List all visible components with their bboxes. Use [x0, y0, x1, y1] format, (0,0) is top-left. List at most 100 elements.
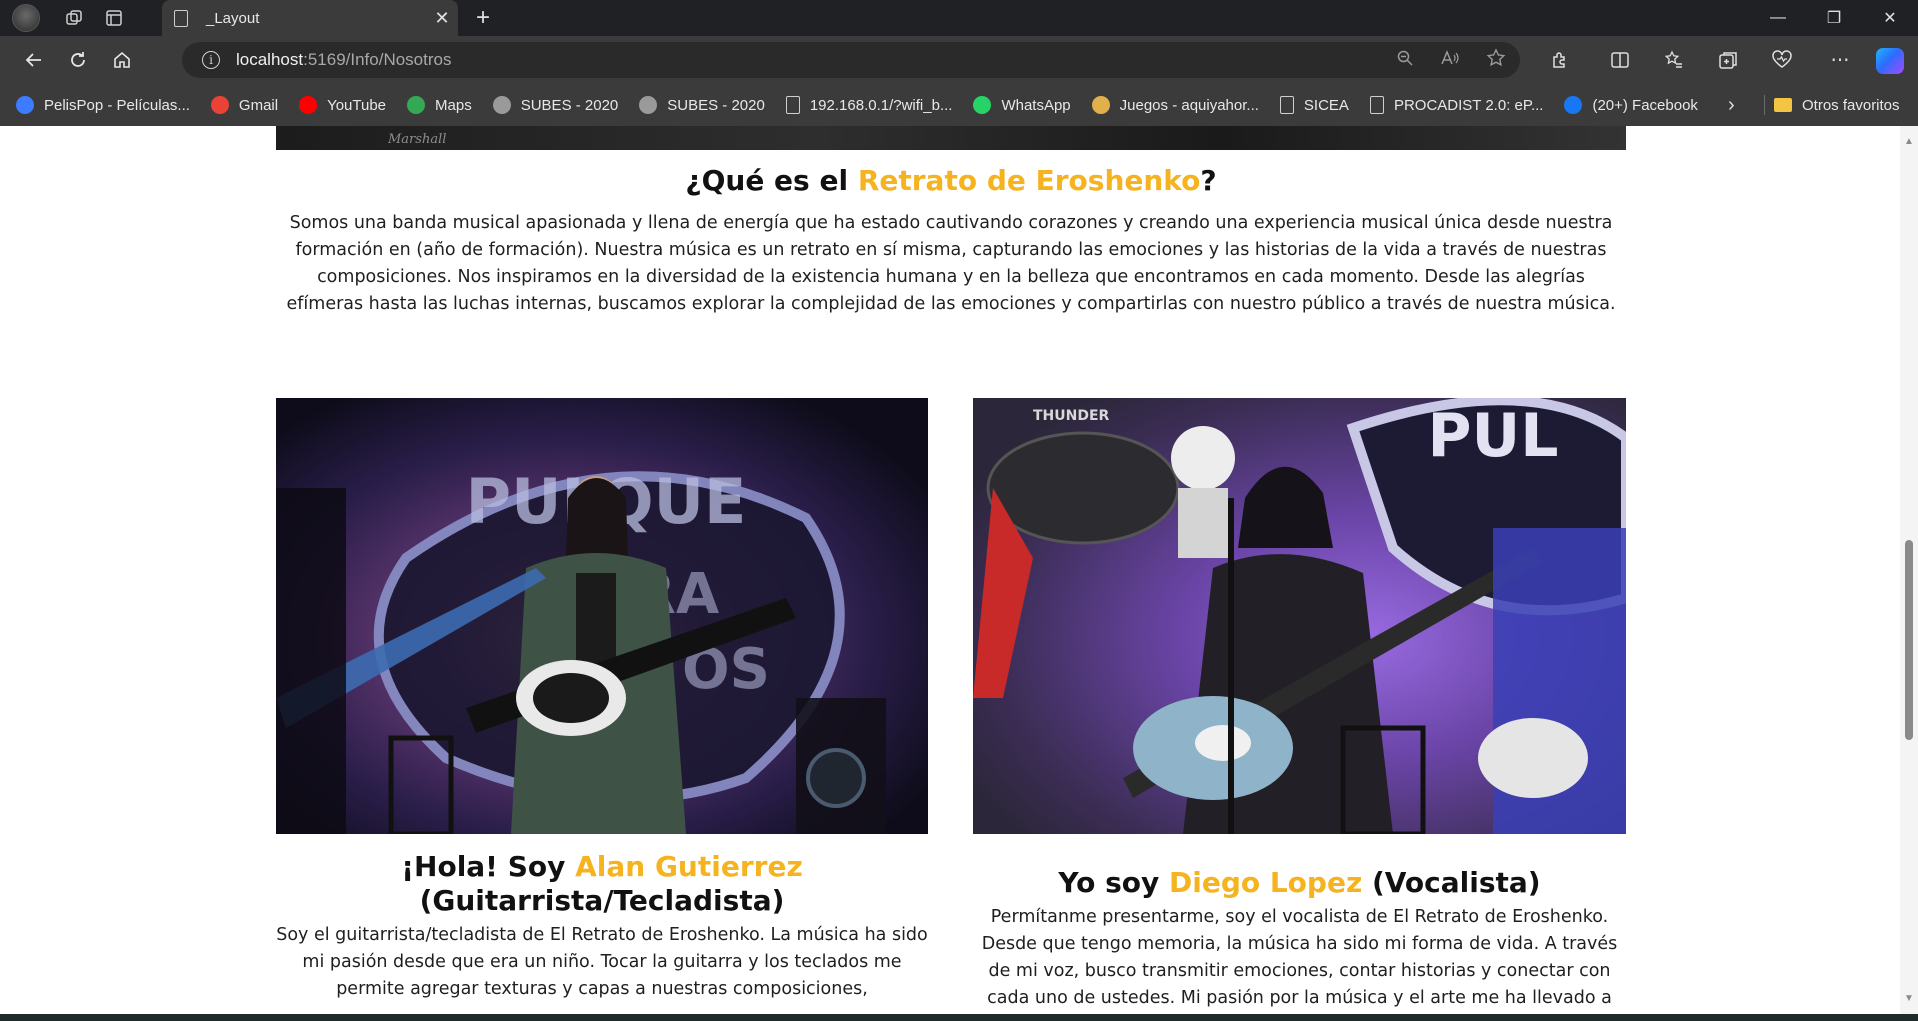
member-name-highlight: Alan Gutierrez: [575, 850, 803, 883]
member-card-diego: Yo soy Diego Lopez (Vocalista) Permítanm…: [973, 850, 1626, 1012]
tab-close-icon[interactable]: ✕: [426, 8, 458, 29]
bookmark-label: SICEA: [1303, 96, 1349, 114]
bookmark-item[interactable]: Juegos - aquiyahor...: [1091, 96, 1259, 114]
member-name-highlight: Diego Lopez: [1168, 866, 1363, 899]
read-aloud-icon[interactable]: [1440, 49, 1460, 72]
bookmark-label: Gmail: [238, 96, 279, 114]
back-arrow-icon[interactable]: [12, 40, 56, 80]
hero-amp-logo-text: Marshall: [388, 132, 447, 147]
gmail-icon: [210, 96, 229, 114]
more-favorites-chevron-icon[interactable]: ›: [1728, 84, 1735, 126]
bookmark-item[interactable]: SUBES - 2020: [639, 96, 765, 114]
bookmark-item[interactable]: (20+) Facebook: [1564, 96, 1698, 114]
bookmark-label: SUBES - 2020: [520, 96, 619, 114]
more-menu-icon[interactable]: ⋯: [1820, 40, 1860, 80]
member-photo-diego: PUL THUNDER: [973, 398, 1626, 834]
zoom-icon[interactable]: [1396, 49, 1414, 72]
split-screen-icon[interactable]: [1600, 40, 1640, 80]
play-circle-icon: [16, 96, 34, 114]
other-favorites-label: Otros favoritos: [1802, 96, 1900, 114]
favorites-list-icon[interactable]: [1654, 40, 1694, 80]
bookmark-item[interactable]: SUBES - 2020: [492, 96, 619, 114]
bookmark-label: YouTube: [327, 96, 387, 114]
bookmark-item[interactable]: WhatsApp: [973, 96, 1071, 114]
bookmark-label: PelisPop - Películas...: [44, 96, 190, 114]
bookmark-label: PROCADIST 2.0: eP...: [1393, 96, 1544, 114]
whatsapp-icon: [973, 96, 992, 114]
scroll-down-arrow-icon[interactable]: ▼: [1904, 993, 1914, 1004]
site-icon: [639, 96, 658, 114]
bookmark-item[interactable]: 192.168.0.1/?wifi_b...: [785, 96, 953, 114]
new-tab-button[interactable]: +: [468, 2, 498, 34]
minimize-button[interactable]: —: [1750, 0, 1806, 36]
member-bio-alan: Soy el guitarrista/tecladista de El Retr…: [276, 925, 928, 999]
tab-title: _Layout: [206, 9, 260, 27]
bookmark-label: SUBES - 2020: [667, 96, 765, 114]
restore-button[interactable]: ❐: [1806, 0, 1862, 36]
url-host: localhost: [236, 50, 304, 69]
bookmark-item[interactable]: Maps: [407, 96, 472, 114]
member-role: (Vocalista): [1362, 866, 1541, 899]
taskbar-edge: [0, 1014, 1918, 1021]
other-favorites-folder[interactable]: Otros favoritos: [1774, 84, 1900, 126]
address-bar[interactable]: i localhost:5169/Info/Nosotros: [182, 42, 1520, 78]
extensions-icon[interactable]: [1540, 40, 1580, 80]
favorite-star-icon[interactable]: [1486, 47, 1506, 73]
bookmark-label: Maps: [435, 96, 472, 114]
about-title: ¿Qué es el Retrato de Eroshenko?: [276, 164, 1626, 197]
copilot-icon[interactable]: [1876, 48, 1904, 74]
page-scrollbar[interactable]: ▲ ▼: [1900, 126, 1918, 1014]
about-title-prefix: ¿Qué es el: [685, 164, 858, 197]
bookmark-label: WhatsApp: [1001, 96, 1071, 114]
profile-avatar[interactable]: [12, 4, 40, 32]
bookmark-item[interactable]: YouTube: [299, 96, 386, 114]
maps-pin-icon: [407, 96, 426, 114]
workspaces-icon[interactable]: [54, 0, 94, 36]
about-description: Somos una banda musical apasionada y lle…: [286, 213, 1616, 314]
bookmark-label: 192.168.0.1/?wifi_b...: [809, 96, 953, 114]
member-photo-alan: PULQUE RA OS: [276, 398, 928, 834]
drum-brand-text: THUNDER: [1033, 408, 1110, 424]
scrollbar-thumb[interactable]: [1905, 540, 1913, 740]
bookmark-item[interactable]: Gmail: [210, 96, 279, 114]
member-name-diego: Yo soy Diego Lopez (Vocalista): [973, 866, 1626, 900]
refresh-icon[interactable]: [56, 40, 100, 80]
url-path: :5169/Info/Nosotros: [303, 50, 452, 69]
bookmark-item[interactable]: SICEA: [1279, 96, 1349, 114]
bookmark-item[interactable]: PROCADIST 2.0: eP...: [1369, 96, 1544, 114]
close-window-button[interactable]: ✕: [1862, 0, 1918, 36]
member-name-prefix: Yo soy: [1058, 866, 1169, 899]
vertical-tabs-icon[interactable]: [94, 0, 134, 36]
navigation-bar: i localhost:5169/Info/Nosotros ⋯: [0, 36, 1918, 84]
document-icon: [1279, 96, 1294, 114]
page-viewport: Marshall ¿Qué es el Retrato de Eroshenko…: [0, 126, 1900, 1014]
collections-icon[interactable]: [1708, 40, 1748, 80]
document-icon: [1369, 96, 1384, 114]
tab-active[interactable]: _Layout ✕: [162, 0, 458, 36]
vocalist-photo-illustration: PUL THUNDER: [973, 398, 1626, 834]
member-bio-diego: Permítanme presentarme, soy el vocalista…: [981, 907, 1618, 1008]
browser-essentials-icon[interactable]: [1762, 40, 1802, 80]
band-name-highlight: Retrato de Eroshenko: [857, 164, 1201, 197]
member-card-alan: ¡Hola! Soy Alan Gutierrez (Guitarrista/T…: [276, 850, 928, 1003]
favorites-divider: [1764, 95, 1765, 115]
tab-strip: _Layout ✕ + — ❐ ✕: [0, 0, 1918, 36]
site-icon: [492, 96, 511, 114]
about-title-suffix: ?: [1200, 164, 1217, 197]
site-info-icon[interactable]: i: [202, 51, 220, 69]
member-name-prefix: ¡Hola! Soy: [401, 850, 576, 883]
document-icon: [785, 96, 800, 114]
games-icon: [1091, 96, 1110, 114]
address-tools: [1396, 42, 1506, 78]
bookmark-item[interactable]: PelisPop - Películas...: [16, 96, 190, 114]
member-name-alan: ¡Hola! Soy Alan Gutierrez (Guitarrista/T…: [276, 850, 928, 918]
youtube-icon: [299, 96, 318, 114]
page-document-icon: [174, 9, 188, 27]
guitarist-photo-illustration: PULQUE RA OS: [276, 398, 928, 834]
scroll-up-arrow-icon[interactable]: ▲: [1904, 136, 1914, 147]
bookmark-label: Juegos - aquiyahor...: [1119, 96, 1259, 114]
home-icon[interactable]: [100, 40, 144, 80]
bookmark-label: (20+) Facebook: [1592, 96, 1698, 114]
pulque-sign-text: PUL: [1428, 401, 1559, 471]
favorites-bar: PelisPop - Películas... Gmail YouTube Maps S…: [0, 84, 1918, 126]
